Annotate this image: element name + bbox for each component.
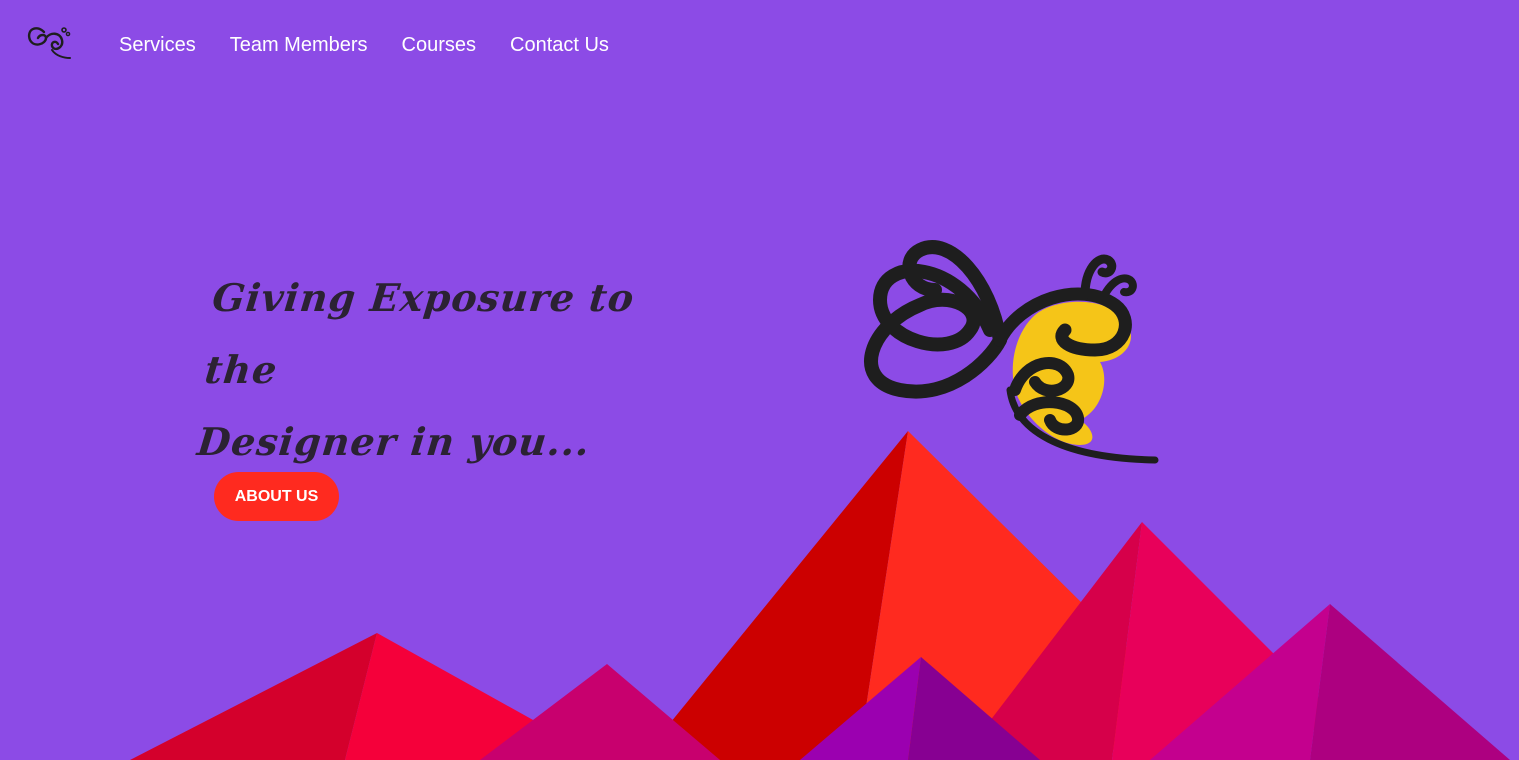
- hero-heading-line-2: Designer in you...: [195, 419, 593, 464]
- mountain-peak-left-right: [345, 633, 560, 760]
- nav-link-services[interactable]: Services: [119, 34, 196, 57]
- about-us-button[interactable]: ABOUT US: [214, 472, 339, 521]
- hero-heading-line-1: Giving Exposure to the: [202, 275, 637, 392]
- mountain-peak-far-right-left: [1150, 604, 1330, 760]
- mountain-peak-center-left: [640, 431, 908, 760]
- bee-logo-icon[interactable]: [24, 22, 74, 62]
- nav-link-contact-us[interactable]: Contact Us: [510, 34, 609, 57]
- nav-link-team-members[interactable]: Team Members: [230, 34, 368, 57]
- nav-link-courses[interactable]: Courses: [402, 34, 476, 57]
- mountain-peak-small-center-right: [908, 657, 1040, 760]
- bee-antenna-2: [1098, 274, 1137, 304]
- top-navigation: Services Team Members Courses Contact Us: [0, 0, 1519, 95]
- mountain-peak-small-left: [480, 664, 720, 760]
- nav-links: Services Team Members Courses Contact Us: [119, 34, 609, 57]
- mountain-peak-left-left: [130, 633, 377, 760]
- bee-illustration: [864, 240, 1159, 464]
- mountain-peak-far-right-right: [1310, 604, 1510, 760]
- mountain-peak-center-right: [858, 431, 1180, 760]
- mountain-peak-right-right: [1112, 522, 1330, 760]
- mountain-peak-small-center-left: [800, 657, 921, 760]
- hero-heading: Giving Exposure to the Designer in you..…: [194, 262, 677, 478]
- mountain-peak-right-left: [960, 522, 1142, 760]
